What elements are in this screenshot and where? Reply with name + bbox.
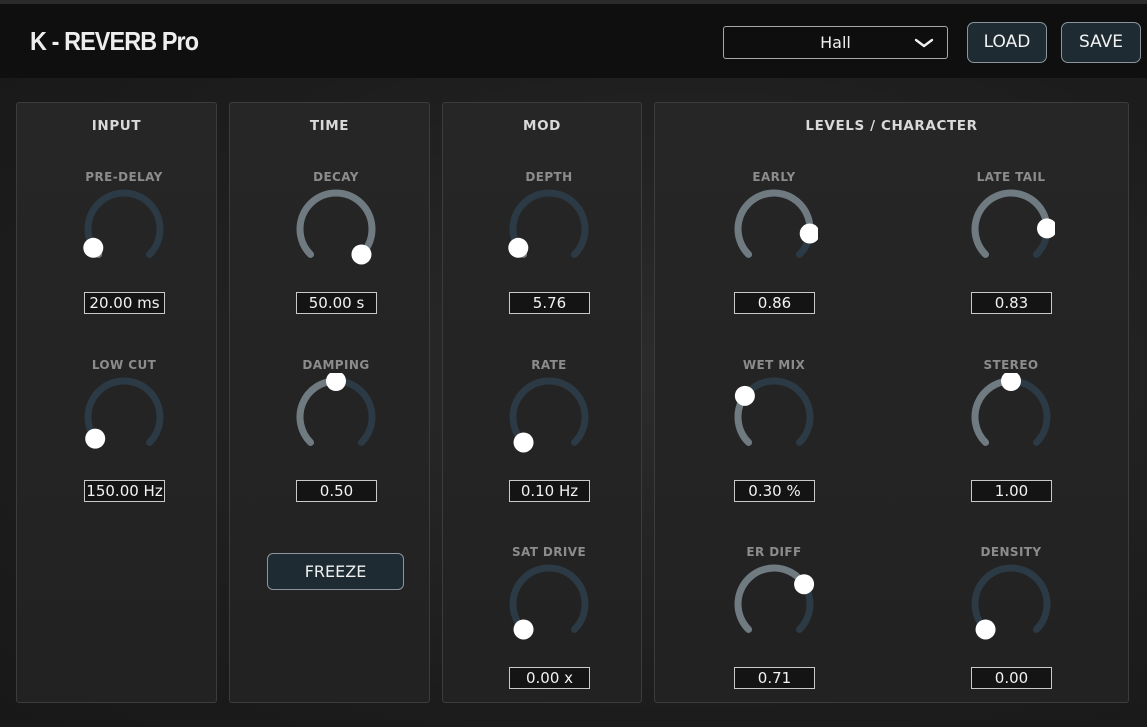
- sat-drive-label: SAT DRIVE: [511, 545, 587, 559]
- damping-value[interactable]: 0.50: [296, 480, 377, 502]
- pre-delay-knob[interactable]: [80, 185, 168, 273]
- panel-mod: MOD DEPTH 5.76 RATE 0.10 Hz SAT DRIVE 0.…: [442, 102, 642, 703]
- stereo-handle[interactable]: [1001, 373, 1021, 391]
- er-diff-knob[interactable]: [730, 560, 818, 648]
- panel-title-input: INPUT: [91, 118, 142, 134]
- stereo-label: STEREO: [983, 358, 1039, 372]
- late-tail-fill: [971, 189, 1051, 258]
- late-tail-knob[interactable]: [967, 185, 1055, 273]
- er-diff-handle[interactable]: [794, 574, 815, 595]
- damping-fill: [296, 377, 340, 446]
- er-diff-label: ER DIFF: [746, 545, 802, 559]
- depth-knob[interactable]: [505, 185, 593, 273]
- chevron-down-icon: [914, 38, 934, 48]
- low-cut-label: LOW CUT: [91, 358, 157, 372]
- rate-handle[interactable]: [513, 432, 534, 453]
- decay-value[interactable]: 50.00 s: [296, 292, 377, 314]
- sat-drive-handle[interactable]: [513, 619, 534, 640]
- panel-title-mod: MOD: [523, 118, 561, 134]
- late-tail-label: LATE TAIL: [976, 170, 1046, 184]
- depth-value[interactable]: 5.76: [509, 292, 590, 314]
- wet-mix-label: WET MIX: [742, 358, 806, 372]
- density-label: DENSITY: [980, 545, 1042, 559]
- stereo-value[interactable]: 1.00: [971, 480, 1052, 502]
- damping-label: DAMPING: [302, 358, 370, 372]
- density-value[interactable]: 0.00: [971, 667, 1052, 689]
- density-handle[interactable]: [975, 619, 996, 640]
- low-cut-knob[interactable]: [80, 373, 168, 461]
- decay-knob[interactable]: [292, 185, 380, 273]
- header-bar: K - REVERB Pro Hall LOAD SAVE: [0, 4, 1147, 78]
- late-tail-value[interactable]: 0.83: [971, 292, 1052, 314]
- decay-label: DECAY: [313, 170, 359, 184]
- low-cut-value[interactable]: 150.00 Hz: [84, 480, 165, 502]
- stereo-knob[interactable]: [967, 373, 1055, 461]
- low-cut-handle[interactable]: [85, 428, 106, 449]
- damping-handle[interactable]: [326, 373, 346, 391]
- late-tail-handle[interactable]: [1037, 218, 1055, 239]
- early-handle[interactable]: [799, 223, 818, 244]
- decay-handle[interactable]: [351, 244, 372, 265]
- early-label: EARLY: [752, 170, 796, 184]
- wet-mix-handle[interactable]: [734, 385, 755, 406]
- panel-levels-character: LEVELS / CHARACTER EARLY 0.86 LATE TAIL …: [654, 102, 1129, 703]
- rate-label: RATE: [531, 358, 567, 372]
- panel-time: TIME DECAY 50.00 s DAMPING 0.50 FREEZE: [229, 102, 430, 703]
- rate-value[interactable]: 0.10 Hz: [509, 480, 590, 502]
- main-area: INPUT PRE-DELAY 20.00 ms LOW CUT 150.00 …: [0, 78, 1147, 727]
- plugin-window: K - REVERB Pro Hall LOAD SAVE INPUT PRE-…: [0, 0, 1147, 727]
- rate-knob[interactable]: [505, 373, 593, 461]
- wet-mix-knob[interactable]: [730, 373, 818, 461]
- preset-dropdown[interactable]: Hall: [723, 26, 948, 59]
- stereo-fill: [971, 377, 1015, 446]
- wet-mix-value[interactable]: 0.30 %: [734, 480, 815, 502]
- sat-drive-value[interactable]: 0.00 x: [509, 667, 590, 689]
- er-diff-value[interactable]: 0.71: [734, 667, 815, 689]
- panel-input: INPUT PRE-DELAY 20.00 ms LOW CUT 150.00 …: [16, 102, 217, 703]
- depth-handle[interactable]: [508, 237, 529, 258]
- save-button[interactable]: SAVE: [1061, 22, 1141, 63]
- panel-title-levels: LEVELS / CHARACTER: [805, 118, 978, 134]
- early-fill: [734, 189, 814, 258]
- pre-delay-label: PRE-DELAY: [85, 170, 163, 184]
- pre-delay-value[interactable]: 20.00 ms: [84, 292, 165, 314]
- damping-knob[interactable]: [292, 373, 380, 461]
- sat-drive-knob[interactable]: [505, 560, 593, 648]
- density-knob[interactable]: [967, 560, 1055, 648]
- depth-label: DEPTH: [525, 170, 573, 184]
- load-button[interactable]: LOAD: [967, 22, 1047, 63]
- freeze-button[interactable]: FREEZE: [267, 553, 404, 590]
- app-title: K - REVERB Pro: [30, 26, 199, 56]
- panel-title-time: TIME: [309, 118, 350, 134]
- early-value[interactable]: 0.86: [734, 292, 815, 314]
- er-diff-fill: [734, 564, 808, 633]
- early-knob[interactable]: [730, 185, 818, 273]
- preset-selected-value: Hall: [820, 33, 851, 52]
- pre-delay-handle[interactable]: [83, 237, 104, 258]
